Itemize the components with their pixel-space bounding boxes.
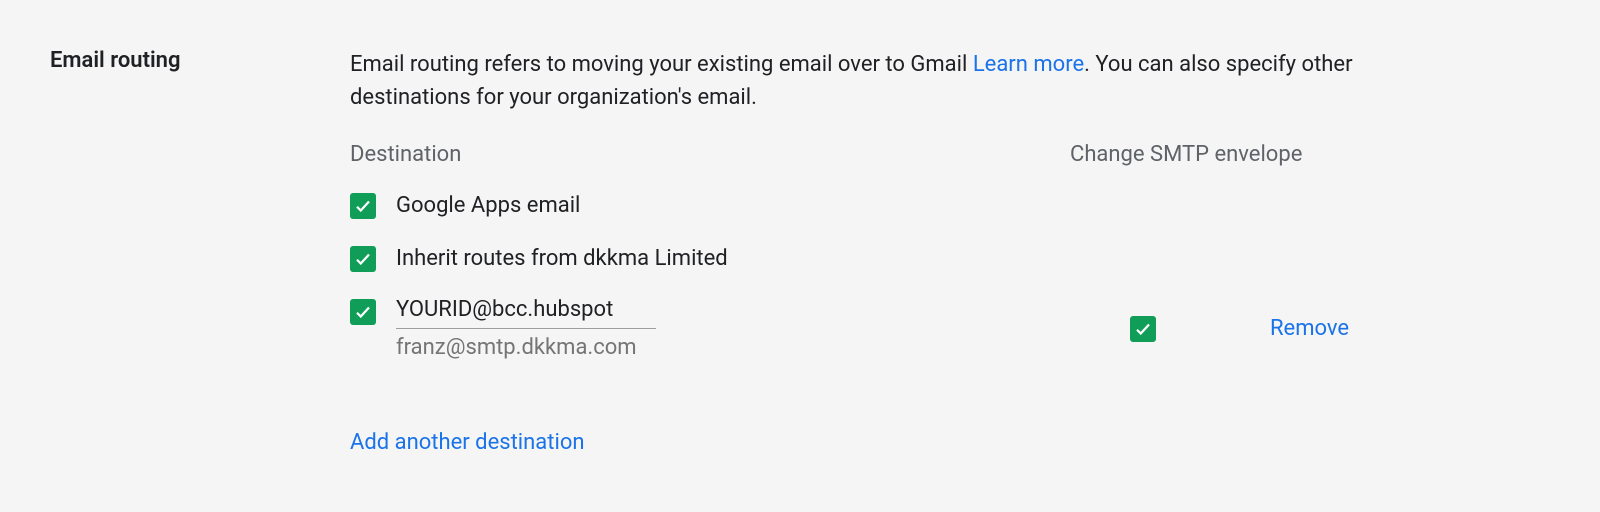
columns-header: Destination Change SMTP envelope [350,142,1470,167]
route-label: Google Apps email [396,191,580,222]
route-destination-cell: franz@smtp.dkkma.com [350,297,1070,360]
route-destination-cell: Inherit routes from dkkma Limited [350,244,1070,275]
checkmark-icon [354,197,372,215]
section-content: Email routing refers to moving your exis… [350,48,1550,455]
add-destination-link[interactable]: Add another destination [350,430,585,455]
email-routing-section: Email routing Email routing refers to mo… [50,48,1550,455]
input-underline [396,328,656,329]
section-title: Email routing [50,48,310,73]
email-input-wrapper: franz@smtp.dkkma.com [396,297,656,360]
route-row: Inherit routes from dkkma Limited [350,244,1470,275]
route-row-custom: franz@smtp.dkkma.com Remove [350,297,1470,360]
section-title-column: Email routing [50,48,310,455]
smtp-header: Change SMTP envelope [1070,142,1470,167]
route-checkbox[interactable] [350,193,376,219]
route-checkbox[interactable] [350,246,376,272]
checkmark-icon [354,303,372,321]
route-destination-cell: Google Apps email [350,191,1070,222]
learn-more-link[interactable]: Learn more [973,52,1084,77]
route-row: Google Apps email [350,191,1470,222]
route-label: Inherit routes from dkkma Limited [396,244,728,275]
section-description: Email routing refers to moving your exis… [350,48,1470,114]
checkmark-icon [354,250,372,268]
remove-route-link[interactable]: Remove [1270,316,1349,341]
route-checkbox[interactable] [350,299,376,325]
destination-email-hint: franz@smtp.dkkma.com [396,335,656,360]
destination-email-input[interactable] [396,297,656,328]
description-text-before: Email routing refers to moving your exis… [350,52,967,77]
route-action-cell: Remove [1270,316,1470,341]
checkmark-icon [1134,320,1152,338]
route-smtp-cell [1070,314,1270,342]
destination-header: Destination [350,142,1070,167]
smtp-checkbox[interactable] [1130,316,1156,342]
